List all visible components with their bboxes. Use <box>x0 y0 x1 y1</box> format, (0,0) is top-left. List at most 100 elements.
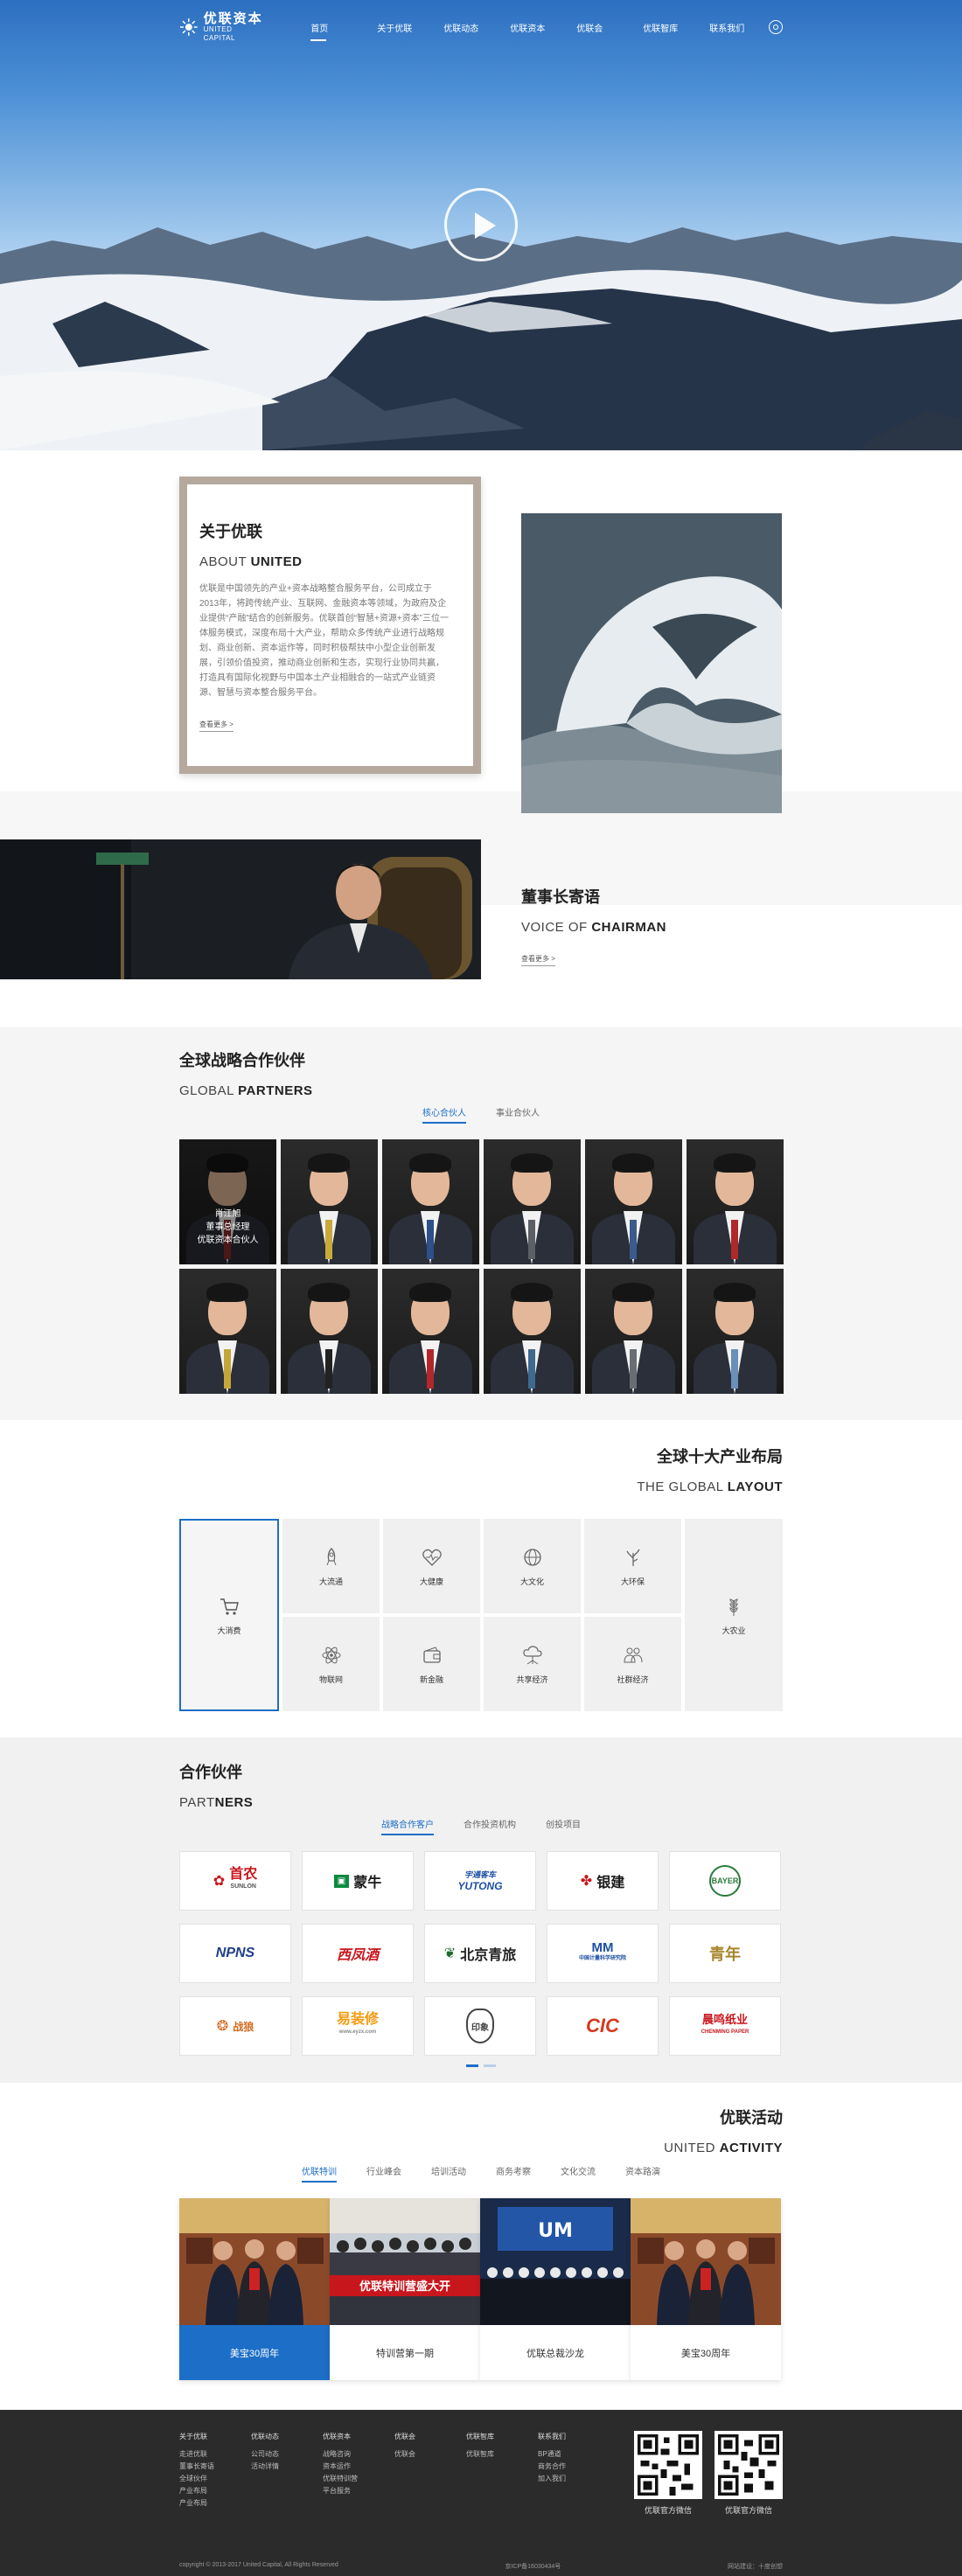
activity-card[interactable]: UM 优联总裁沙龙 <box>480 2198 631 2380</box>
industry-agriculture[interactable]: 大农业 <box>685 1519 783 1711</box>
footer-heading[interactable]: 优联智库 <box>466 2431 538 2443</box>
partner-card[interactable] <box>484 1139 581 1264</box>
partner-card[interactable] <box>281 1139 378 1264</box>
activity-photo <box>631 2198 781 2325</box>
footer-link[interactable]: 商务合作 <box>538 2461 610 2473</box>
industry-iot[interactable]: 物联网 <box>282 1617 380 1711</box>
tab-summit[interactable]: 行业峰会 <box>366 2164 401 2177</box>
tab-training-events[interactable]: 培训活动 <box>431 2164 466 2177</box>
footer-link[interactable]: 优联智库 <box>466 2448 538 2461</box>
partners-section: 合作伙伴 PARTNERS 战略合作客户 合作投资机构 创投项目 ✿ 首农 SUNL… <box>0 1737 962 2083</box>
footer-heading[interactable]: 联系我们 <box>538 2431 610 2443</box>
industry-environment[interactable]: 大环保 <box>584 1519 681 1613</box>
partner-logo-bjqinglv[interactable]: ❦ 北京青旅 <box>424 1924 536 1983</box>
site-logo[interactable]: 优联资本 UNITED CAPITAL <box>179 12 265 43</box>
about-more-link[interactable]: 查看更多 > <box>199 720 234 732</box>
industry-consumer[interactable]: 大消费 <box>179 1519 279 1711</box>
nav-home[interactable]: 首页 <box>310 21 377 41</box>
tab-investment-orgs[interactable]: 合作投资机构 <box>464 1817 516 1830</box>
industry-sharing[interactable]: 共享经济 <box>484 1617 581 1711</box>
footer-link[interactable]: 战略咨询 <box>323 2448 394 2461</box>
partner-photo-grid: 肖江旭 董事总经理 优联资本合伙人 <box>179 1139 784 1394</box>
footer-heading[interactable]: 优联会 <box>394 2431 466 2443</box>
site-builder-credit[interactable]: 网站建设：十度创想 <box>728 2562 783 2571</box>
industry-finance[interactable]: 新金融 <box>383 1617 480 1711</box>
partner-card[interactable] <box>585 1269 682 1394</box>
partner-logo-yutong[interactable]: 宇通客车 YUTONG <box>424 1851 536 1911</box>
partner-logo-xifeng[interactable]: 西凤酒 <box>302 1924 414 1983</box>
partner-logo-yinxiang[interactable]: 印象 <box>424 1996 536 2056</box>
tab-business-tour[interactable]: 商务考察 <box>496 2164 531 2177</box>
tab-culture[interactable]: 文化交流 <box>561 2164 596 2177</box>
tab-venture-projects[interactable]: 创投项目 <box>546 1817 581 1830</box>
nav-news[interactable]: 优联动态 <box>443 21 510 34</box>
tab-roadshow[interactable]: 资本路演 <box>625 2164 660 2177</box>
footer-link[interactable]: 优联会 <box>394 2448 466 2461</box>
nav-club[interactable]: 优联会 <box>576 21 643 34</box>
partner-card[interactable] <box>179 1269 276 1394</box>
partner-logo-yinjian[interactable]: ✤ 银建 <box>547 1851 659 1911</box>
footer-link[interactable]: 董事长寄语 <box>179 2461 251 2473</box>
search-icon[interactable] <box>769 20 783 34</box>
leaf-icon: ❦ <box>443 1946 457 1961</box>
footer-link[interactable]: 平台服务 <box>323 2485 394 2497</box>
chairman-more-link[interactable]: 查看更多 > <box>521 954 555 966</box>
partner-card[interactable] <box>382 1139 479 1264</box>
qr-code-icon <box>634 2431 702 2499</box>
partner-card[interactable] <box>281 1269 378 1394</box>
footer-heading[interactable]: 优联动态 <box>251 2431 323 2443</box>
partner-logo-chenming[interactable]: 晨鸣纸业 CHENMING PAPER <box>669 1996 781 2056</box>
footer-heading[interactable]: 关于优联 <box>179 2431 251 2443</box>
tab-training[interactable]: 优联特训 <box>302 2164 337 2183</box>
chairman-title-en: VOICE OF CHAIRMAN <box>521 920 667 935</box>
partner-logo-zhanlang[interactable]: ❂ 战狼 <box>179 1996 291 2056</box>
footer-link[interactable]: 活动详情 <box>251 2461 323 2473</box>
activity-card[interactable]: 美宝30周年 <box>631 2198 781 2380</box>
partner-logo-mengniu[interactable]: ▣ 蒙牛 <box>302 1851 414 1911</box>
footer-heading[interactable]: 优联资本 <box>323 2431 394 2443</box>
nav-capital[interactable]: 优联资本 <box>510 21 576 34</box>
about-title-en: ABOUT UNITED <box>199 554 303 569</box>
activity-card[interactable]: 优联特训营盛大开 特训营第一期 <box>330 2198 480 2380</box>
footer-link[interactable]: 优联特训营 <box>323 2473 394 2485</box>
footer-link[interactable]: 加入我们 <box>538 2473 610 2485</box>
partner-logo-calligraphy[interactable]: 青年 <box>669 1924 781 1983</box>
tab-core-partners[interactable]: 核心合伙人 <box>422 1105 466 1124</box>
activity-caption: 美宝30周年 <box>680 2348 731 2359</box>
industry-culture[interactable]: 大文化 <box>484 1519 581 1613</box>
industry-community[interactable]: 社群经济 <box>584 1617 681 1711</box>
partner-card[interactable]: 肖江旭 董事总经理 优联资本合伙人 <box>179 1139 276 1264</box>
footer-link[interactable]: 公司动态 <box>251 2448 323 2461</box>
partner-card[interactable] <box>687 1269 784 1394</box>
footer-link[interactable]: 产业布局 <box>179 2497 251 2510</box>
partner-logo-npns[interactable]: NPNS <box>179 1924 291 1983</box>
nav-about[interactable]: 关于优联 <box>377 21 443 34</box>
carousel-dot[interactable] <box>484 2064 496 2067</box>
industry-circulation[interactable]: 大流通 <box>282 1519 380 1613</box>
partner-card[interactable] <box>484 1269 581 1394</box>
partner-logo-shounong[interactable]: ✿ 首农 SUNLON <box>179 1851 291 1911</box>
partner-card[interactable] <box>382 1269 479 1394</box>
activity-card[interactable]: 美宝30周年 <box>179 2198 330 2380</box>
partner-logo-yizhuangxiu[interactable]: 易装修 www.eyzx.com <box>302 1996 414 2056</box>
tab-strategic-clients[interactable]: 战略合作客户 <box>381 1817 434 1835</box>
layout-title-cn: 全球十大产业布局 <box>657 1448 783 1466</box>
footer-link[interactable]: 全球伙伴 <box>179 2473 251 2485</box>
nav-contact[interactable]: 联系我们 <box>709 21 776 34</box>
footer-link[interactable]: BP通道 <box>538 2448 610 2461</box>
footer-link[interactable]: 走进优联 <box>179 2448 251 2461</box>
partner-logo-bayer[interactable]: BAYER <box>669 1851 781 1911</box>
carousel-dot[interactable] <box>466 2064 478 2067</box>
partner-card[interactable] <box>687 1139 784 1264</box>
footer-link[interactable]: 资本运作 <box>323 2461 394 2473</box>
nav-think-tank[interactable]: 优联智库 <box>643 21 709 34</box>
partner-logo-cic[interactable]: CIC <box>547 1996 659 2056</box>
activity-photo <box>179 2198 330 2325</box>
partner-logo-metrology[interactable]: MM 中国计量科学研究院 <box>547 1924 659 1983</box>
play-video-icon[interactable] <box>444 188 518 261</box>
footer-link[interactable]: 产业布局 <box>179 2485 251 2497</box>
industry-health[interactable]: 大健康 <box>383 1519 480 1613</box>
icp-license[interactable]: 京ICP备16030434号 <box>505 2562 561 2571</box>
partner-card[interactable] <box>585 1139 682 1264</box>
tab-business-partners[interactable]: 事业合伙人 <box>496 1105 540 1118</box>
